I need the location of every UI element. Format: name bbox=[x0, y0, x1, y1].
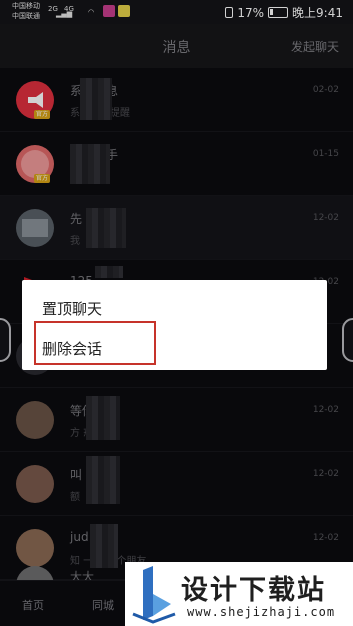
delete-conversation-menu-item[interactable]: 删除会话 bbox=[42, 338, 102, 359]
watermark: 设计下载站 www.shejizhaji.com bbox=[125, 562, 353, 626]
pin-chat-menu-item[interactable]: 置顶聊天 bbox=[42, 298, 102, 319]
watermark-title: 设计下载站 bbox=[181, 575, 326, 606]
watermark-logo-icon bbox=[132, 566, 176, 624]
left-handle[interactable] bbox=[0, 318, 11, 362]
context-menu: 置顶聊天 删除会话 bbox=[22, 280, 327, 370]
watermark-url: www.shejizhaji.com bbox=[187, 605, 336, 619]
right-handle[interactable] bbox=[342, 318, 353, 362]
